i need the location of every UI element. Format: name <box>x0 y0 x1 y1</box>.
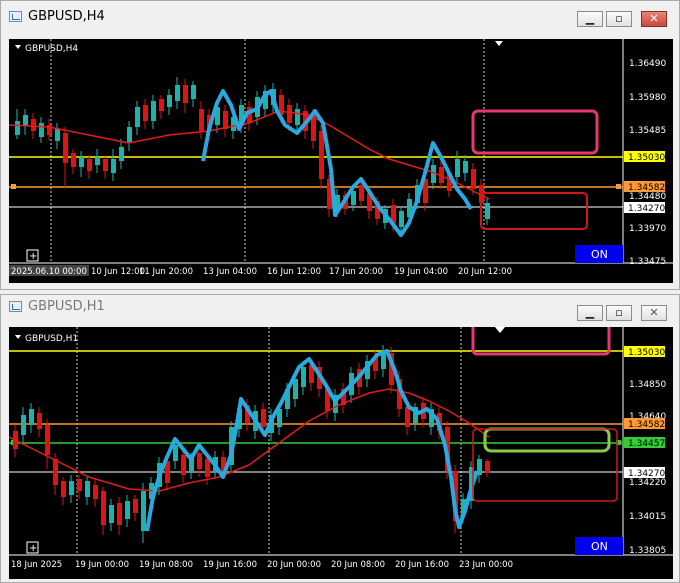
title-bar[interactable]: GBPUSD,H4 ▁ ▫ ✕ <box>1 1 679 33</box>
time-label: 19 Jun 04:00 <box>394 267 448 277</box>
price-label: 1.33805 <box>629 546 666 556</box>
price-label: 1.33475 <box>629 257 666 267</box>
time-label: 20 Jun 12:00 <box>458 267 512 277</box>
close-icon: ✕ <box>649 12 659 25</box>
chart-symbol-label: GBPUSD,H4 <box>25 44 78 54</box>
price-label: 1.34850 <box>629 380 666 390</box>
time-label: 20 Jun 00:00 <box>267 560 321 570</box>
minimize-icon: ▁ <box>585 306 595 319</box>
chart-window-h1[interactable]: GBPUSD,H1 ▁ ▫ ✕ GBPUSD,H1 1.34850 1.3464… <box>0 294 680 583</box>
maximize-icon: ▫ <box>615 306 623 319</box>
time-label: 17 Jun 20:00 <box>329 267 383 277</box>
price-label: 1.35980 <box>629 93 666 103</box>
time-label: 10 Jun 12:00 <box>91 267 145 277</box>
time-label: 13 Jun 04:00 <box>203 267 257 277</box>
time-label: 20 Jun 16:00 <box>395 560 449 570</box>
minimize-button[interactable]: ▁ <box>577 305 603 321</box>
entry-zone-red[interactable] <box>472 428 618 502</box>
time-label: 18 Jun 2025 <box>11 560 62 570</box>
chart-window-icon <box>9 11 22 22</box>
on-badge-label: ON <box>591 540 608 553</box>
time-label: 19 Jun 16:00 <box>203 560 257 570</box>
candles <box>15 77 490 235</box>
price-tag: 1.35030 <box>628 153 665 163</box>
price-chart[interactable]: GBPUSD,H1 1.34850 1.34640 1.34220 1.3401… <box>9 327 673 579</box>
on-badge-label: ON <box>591 248 608 261</box>
time-label: 2025.06.10 00:00 <box>11 267 87 277</box>
plus-icon: + <box>29 543 37 554</box>
time-label: 16 Jun 12:00 <box>267 267 321 277</box>
level-anchor[interactable] <box>11 184 16 189</box>
zone-green[interactable] <box>483 427 611 453</box>
level-anchor[interactable] <box>616 184 621 189</box>
close-icon: ✕ <box>649 306 659 319</box>
window-title: GBPUSD,H1 <box>28 299 105 314</box>
maximize-button[interactable]: ▫ <box>606 11 632 27</box>
minimize-icon: ▁ <box>585 12 595 25</box>
title-bar[interactable]: GBPUSD,H1 ▁ ▫ ✕ <box>1 295 679 327</box>
candles <box>13 345 490 543</box>
triangle-down-icon[interactable] <box>15 335 21 339</box>
plus-icon: + <box>29 251 37 262</box>
price-tag: 1.34582 <box>628 183 665 193</box>
price-label: 1.34480 <box>629 192 666 202</box>
maximize-icon: ▫ <box>615 12 623 25</box>
price-label: 1.34220 <box>629 478 666 488</box>
target-zone-pink[interactable] <box>471 327 611 356</box>
price-label: 1.33970 <box>629 224 666 234</box>
price-chart[interactable]: GBPUSD,H4 1.36490 1.35980 1.35485 1.3448… <box>9 39 673 283</box>
close-button[interactable]: ✕ <box>641 305 667 321</box>
time-label: 23 Jun 00:00 <box>459 560 513 570</box>
close-button[interactable]: ✕ <box>641 11 667 27</box>
price-tag: 1.34270 <box>628 469 665 479</box>
time-label: 20 Jun 08:00 <box>331 560 385 570</box>
window-title: GBPUSD,H4 <box>28 9 105 24</box>
chart-window-icon <box>9 301 22 312</box>
moving-average-line <box>9 388 490 492</box>
triangle-down-icon[interactable] <box>495 41 503 46</box>
target-zone-pink[interactable] <box>471 109 599 155</box>
minimize-button[interactable]: ▁ <box>577 11 603 27</box>
price-label: 1.36490 <box>629 59 666 69</box>
price-axis[interactable]: 1.36490 1.35980 1.35485 1.34480 1.33970 … <box>629 59 666 267</box>
price-tags: 1.35030 1.34582 1.34270 <box>624 151 665 214</box>
chart-window-h4[interactable]: GBPUSD,H4 ▁ ▫ ✕ GBPUSD,H4 1.36490 1.3598… <box>0 0 680 290</box>
time-label: 11 Jun 20:00 <box>139 267 193 277</box>
price-tag: 1.34582 <box>628 420 665 430</box>
time-label: 19 Jun 08:00 <box>139 560 193 570</box>
time-axis[interactable]: 2025.06.10 00:00 10 Jun 12:00 11 Jun 20:… <box>9 265 512 277</box>
triangle-down-icon[interactable] <box>495 327 505 333</box>
maximize-button[interactable]: ▫ <box>606 305 632 321</box>
time-axis[interactable]: 18 Jun 2025 19 Jun 00:00 19 Jun 08:00 19… <box>11 560 513 570</box>
chart-symbol-label: GBPUSD,H1 <box>25 334 78 344</box>
price-tag: 1.34270 <box>628 204 665 214</box>
price-label: 1.35485 <box>629 126 666 136</box>
triangle-down-icon[interactable] <box>15 45 21 49</box>
time-label: 19 Jun 00:00 <box>75 560 129 570</box>
price-tag: 1.34457 <box>628 439 665 449</box>
price-tag: 1.35030 <box>628 348 665 358</box>
entry-zone-red[interactable] <box>480 192 588 230</box>
price-label: 1.34015 <box>629 512 666 522</box>
